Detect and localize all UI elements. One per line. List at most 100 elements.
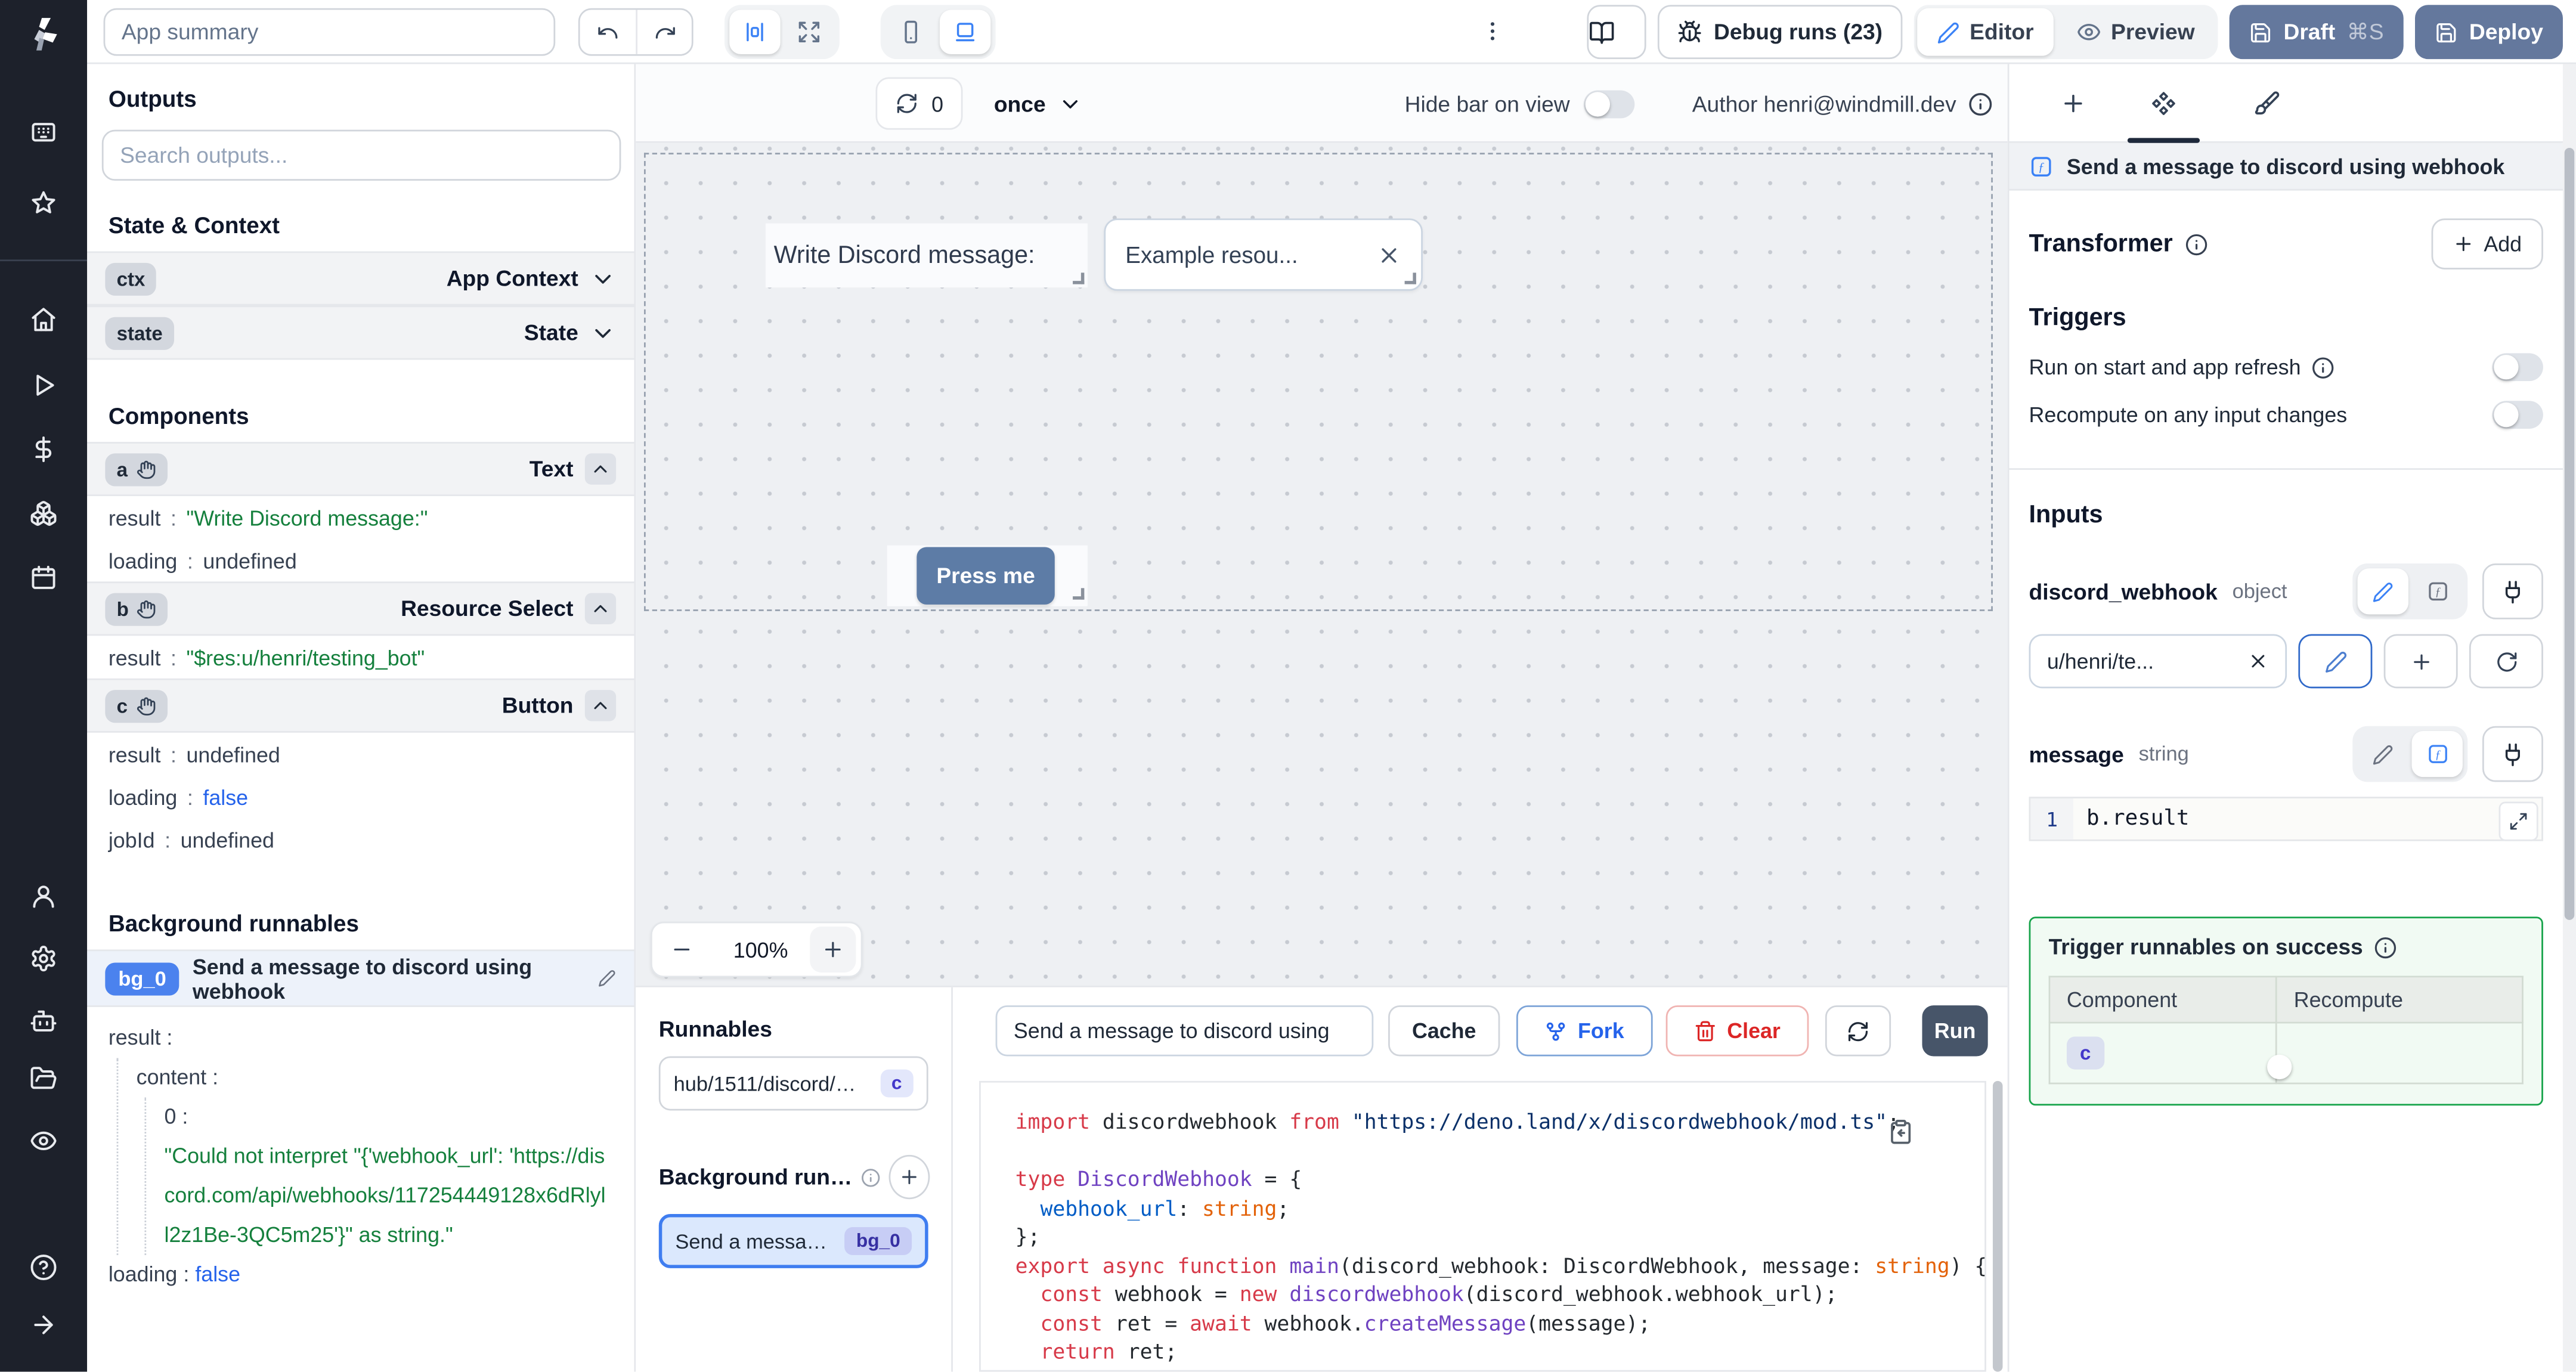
code-editor[interactable]: import discordwebhook from "https://deno…	[979, 1080, 1986, 1372]
audit-eye-icon[interactable]	[30, 1127, 58, 1155]
component-row-c[interactable]: c Button	[87, 678, 634, 733]
prop-line[interactable]: jobId: undefined	[87, 818, 634, 861]
center-layout-button[interactable]	[729, 10, 781, 54]
text-component[interactable]: Write Discord message:	[765, 223, 1088, 288]
clear-button[interactable]: Clear	[1665, 1005, 1809, 1057]
prop-line[interactable]: result: "$res:u/henri/testing_bot"	[87, 636, 634, 679]
folders-icon[interactable]	[30, 1064, 58, 1092]
fullwidth-layout-button[interactable]	[784, 10, 834, 54]
tab-preview[interactable]: Preview	[2057, 8, 2215, 56]
app-canvas[interactable]: Write Discord message: Example resou... …	[636, 143, 2008, 987]
zoom-out-button[interactable]	[652, 938, 711, 961]
collapse-button[interactable]	[584, 593, 617, 624]
home-icon[interactable]	[30, 305, 58, 333]
prop-line[interactable]: result: undefined	[87, 733, 634, 776]
static-mode-button[interactable]	[2357, 568, 2408, 615]
resize-handle[interactable]	[1073, 588, 1085, 600]
zoom-in-button[interactable]	[810, 926, 856, 973]
code-line[interactable]	[1015, 1136, 1985, 1165]
code-line[interactable]: }	[1015, 1366, 1985, 1370]
more-options-kebab-icon[interactable]	[1480, 18, 1504, 44]
component-row-b[interactable]: b Resource Select	[87, 581, 634, 636]
expand-editor-button[interactable]	[2498, 801, 2538, 841]
page-scrollbar[interactable]	[2562, 64, 2576, 1372]
chevron-down-icon[interactable]	[590, 320, 616, 346]
connect-plug-button[interactable]	[2482, 563, 2543, 620]
app-summary-input[interactable]	[103, 8, 556, 56]
press-me-button[interactable]: Press me	[917, 547, 1055, 605]
scrollbar-thumb[interactable]	[2564, 147, 2575, 920]
schedules-calendar-icon[interactable]	[30, 563, 58, 591]
mobile-view-button[interactable]	[886, 10, 936, 54]
apps-icon[interactable]	[30, 118, 58, 146]
search-outputs-input[interactable]	[101, 129, 621, 181]
schedule-dropdown[interactable]: once	[994, 64, 1082, 143]
eval-mode-button[interactable]: ƒ	[2411, 731, 2463, 778]
resize-handle[interactable]	[1073, 272, 1085, 284]
runs-play-icon[interactable]	[30, 371, 58, 399]
refresh-code-button[interactable]	[1825, 1005, 1891, 1057]
debug-runs-button[interactable]: Debug runs (23)	[1658, 5, 1903, 60]
detail-key[interactable]: 0	[165, 1104, 177, 1128]
edit-resource-button[interactable]	[2298, 634, 2373, 689]
hide-bar-toggle[interactable]	[1583, 89, 1634, 117]
code-line[interactable]: return ret;	[1015, 1337, 1985, 1366]
edit-pencil-icon[interactable]	[598, 970, 616, 987]
static-mode-button[interactable]	[2358, 731, 2408, 777]
deploy-button[interactable]: Deploy	[2414, 5, 2563, 60]
users-icon[interactable]	[30, 882, 58, 910]
info-icon[interactable]	[1968, 91, 1992, 116]
detail-key[interactable]: content	[137, 1064, 207, 1089]
state-row-state[interactable]: state State	[87, 305, 634, 360]
code-line[interactable]: const ret = await webhook.createMessage(…	[1015, 1308, 1985, 1337]
code-line[interactable]: type DiscordWebhook = {	[1015, 1165, 1985, 1193]
add-transformer-button[interactable]: Add	[2431, 218, 2543, 270]
resources-boxes-icon[interactable]	[30, 500, 58, 528]
create-resource-button[interactable]	[2383, 634, 2458, 689]
code-line[interactable]: const webhook = new discordwebhook(disco…	[1015, 1280, 1985, 1308]
collapse-button[interactable]	[584, 690, 617, 721]
refresh-count-box[interactable]: 0	[875, 77, 964, 130]
prop-line[interactable]: loading: false	[87, 775, 634, 818]
detail-key[interactable]: loading	[109, 1262, 178, 1286]
clear-x-icon[interactable]	[1377, 242, 1401, 267]
code-line[interactable]: import discordwebhook from "https://deno…	[1015, 1107, 1985, 1136]
run-button[interactable]: Run	[1922, 1005, 1988, 1057]
runnable-card-c[interactable]: hub/1511/discord/se... c	[658, 1056, 928, 1111]
docs-button[interactable]	[1587, 5, 1646, 60]
refresh-resource-button[interactable]	[2469, 634, 2543, 689]
info-icon[interactable]	[2374, 936, 2398, 959]
bg-runnable-row[interactable]: bg_0 Send a message to discord using web…	[87, 949, 634, 1007]
component-settings-tab-icon[interactable]	[2150, 91, 2176, 117]
variables-dollar-icon[interactable]	[30, 435, 58, 463]
runnable-name-input[interactable]	[995, 1005, 1374, 1057]
expression-editor[interactable]: 1 b.result	[2029, 797, 2543, 841]
code-scrollbar[interactable]	[1992, 1080, 2003, 1372]
windmill-logo-icon[interactable]	[23, 13, 64, 54]
code-line[interactable]: };	[1015, 1222, 1985, 1251]
fork-button[interactable]: Fork	[1516, 1005, 1653, 1057]
resize-handle[interactable]	[1404, 272, 1416, 284]
connect-plug-button[interactable]	[2482, 726, 2543, 782]
prop-line[interactable]: result: "Write Discord message:"	[87, 496, 634, 539]
insert-component-tab-icon[interactable]	[2060, 91, 2086, 117]
help-icon[interactable]	[30, 1253, 58, 1281]
redo-button[interactable]	[636, 10, 692, 54]
styling-tab-icon[interactable]	[2254, 91, 2280, 117]
button-component[interactable]: Press me	[887, 545, 1088, 606]
collapse-button[interactable]	[584, 453, 617, 485]
runnable-card-bg_0[interactable]: Send a message... bg_0	[658, 1214, 928, 1268]
component-row-a[interactable]: a Text	[87, 442, 634, 497]
trigger-toggle[interactable]	[2492, 353, 2543, 382]
favorites-star-icon[interactable]	[30, 189, 58, 217]
copy-code-icon[interactable]	[1888, 1119, 1914, 1145]
expand-sidebar-arrow-icon[interactable]	[30, 1311, 58, 1339]
code-line[interactable]: export async function main(discord_webho…	[1015, 1251, 1985, 1280]
settings-gear-icon[interactable]	[30, 944, 58, 973]
prop-line[interactable]: loading: undefined	[87, 539, 634, 582]
state-row-ctx[interactable]: ctx App Context	[87, 251, 634, 306]
chevron-down-icon[interactable]	[590, 265, 616, 292]
eval-mode-button[interactable]: ƒ	[2411, 568, 2462, 614]
cache-button[interactable]: Cache	[1388, 1005, 1500, 1057]
workers-robot-icon[interactable]	[30, 1007, 58, 1035]
